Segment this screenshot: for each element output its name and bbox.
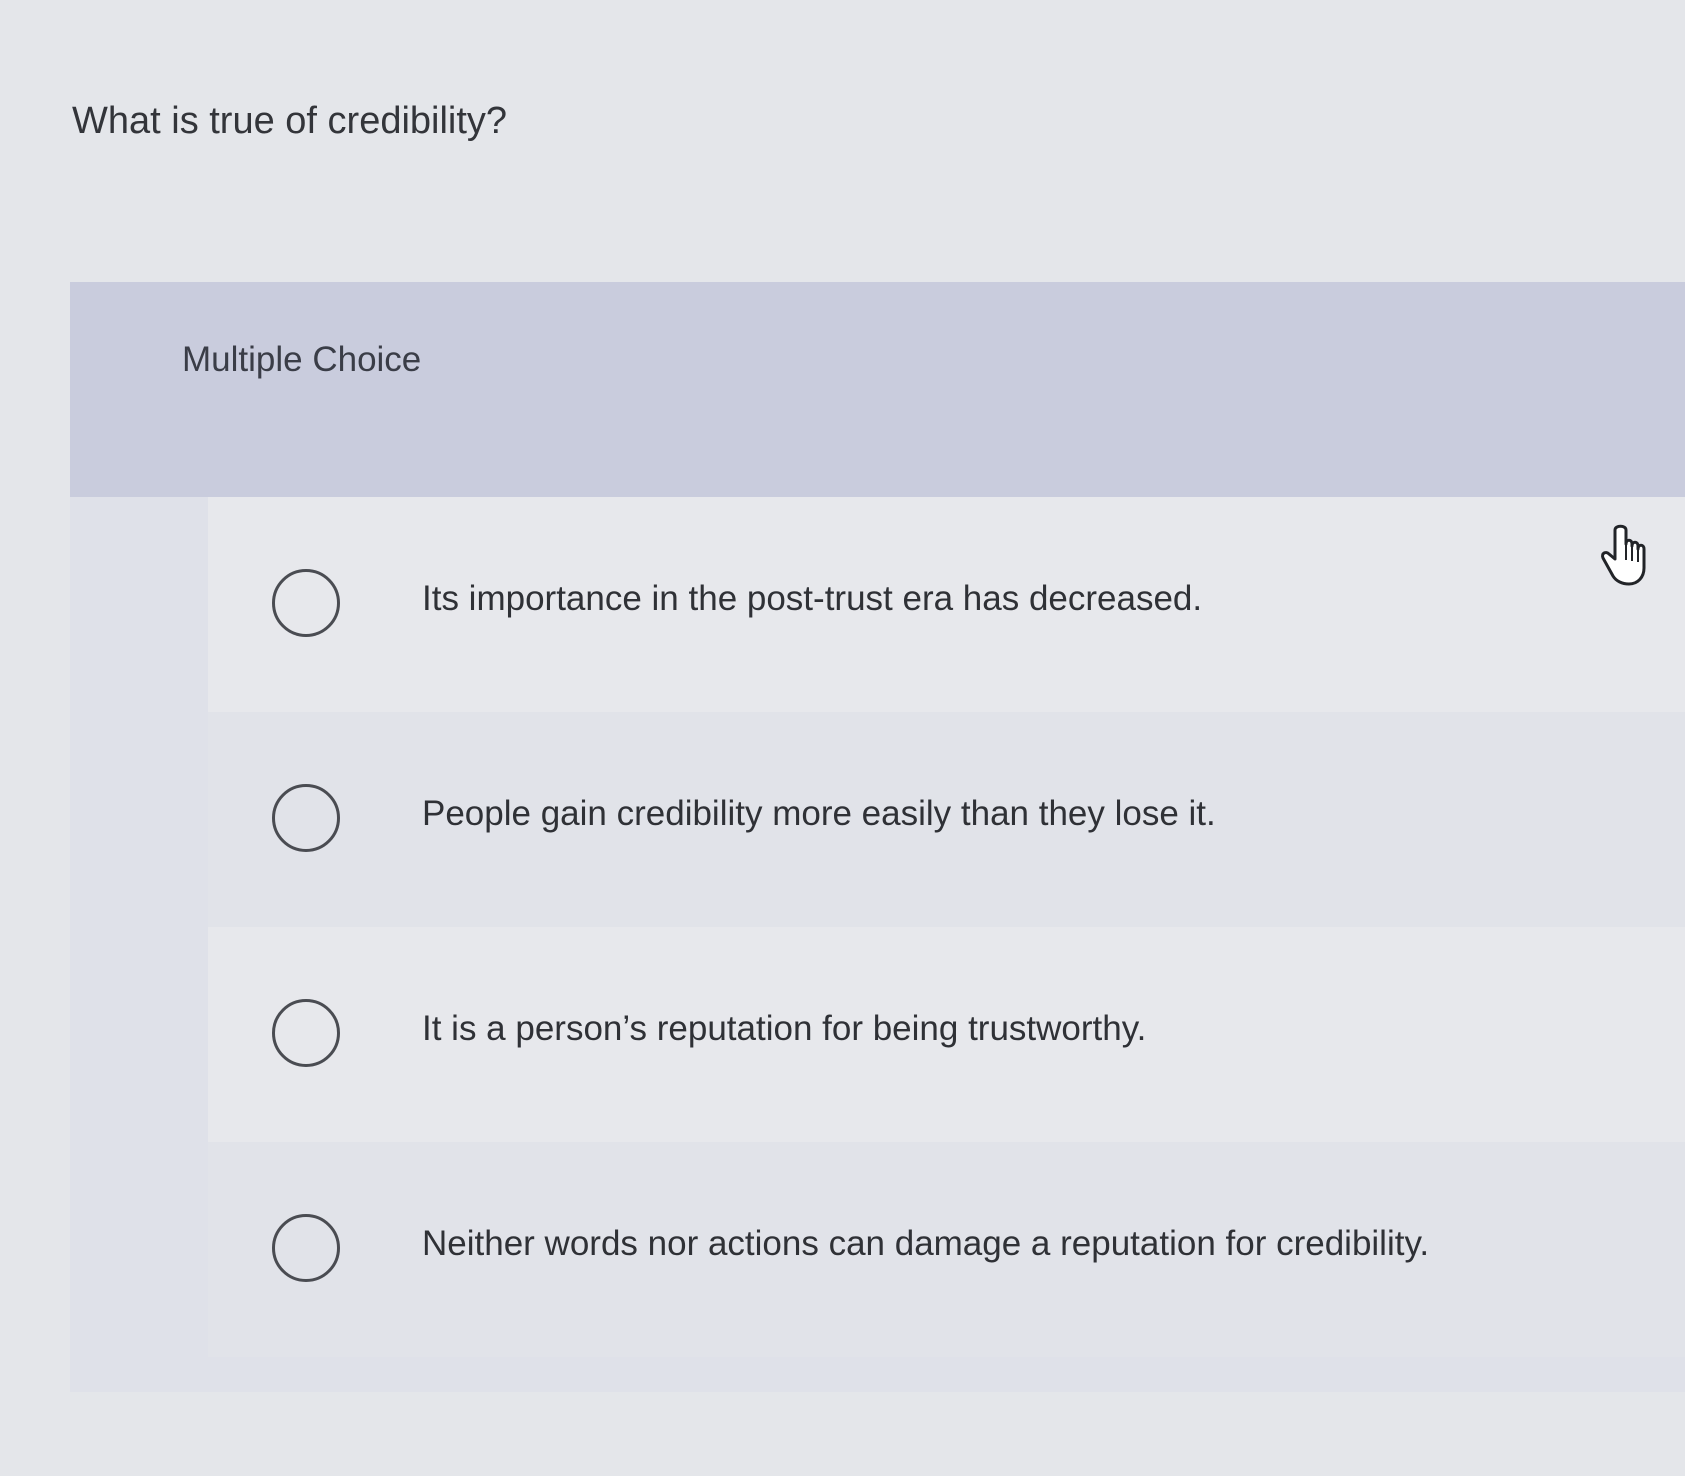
answer-option-label[interactable]: Its importance in the post-trust era has…: [422, 579, 1202, 619]
answer-option-label[interactable]: It is a person’s reputation for being tr…: [422, 1009, 1146, 1049]
multiple-choice-header: Multiple Choice: [70, 282, 1685, 497]
answer-option-2[interactable]: People gain credibility more easily than…: [208, 712, 1685, 927]
question-text: What is true of credibility?: [72, 100, 508, 142]
answer-option-label[interactable]: Neither words nor actions can damage a r…: [422, 1224, 1429, 1264]
answer-option-label[interactable]: People gain credibility more easily than…: [422, 794, 1216, 834]
radio-button[interactable]: [272, 569, 340, 637]
answer-option-4[interactable]: Neither words nor actions can damage a r…: [208, 1142, 1685, 1357]
answer-option-1[interactable]: Its importance in the post-trust era has…: [208, 497, 1685, 712]
answer-option-3[interactable]: It is a person’s reputation for being tr…: [208, 927, 1685, 1142]
answer-options: Its importance in the post-trust era has…: [208, 497, 1685, 1357]
multiple-choice-panel: Multiple Choice Its importance in the po…: [70, 282, 1685, 1392]
radio-button[interactable]: [272, 999, 340, 1067]
radio-button[interactable]: [272, 784, 340, 852]
multiple-choice-label: Multiple Choice: [182, 340, 422, 379]
radio-button[interactable]: [272, 1214, 340, 1282]
hand-pointer-icon: [1595, 520, 1649, 586]
